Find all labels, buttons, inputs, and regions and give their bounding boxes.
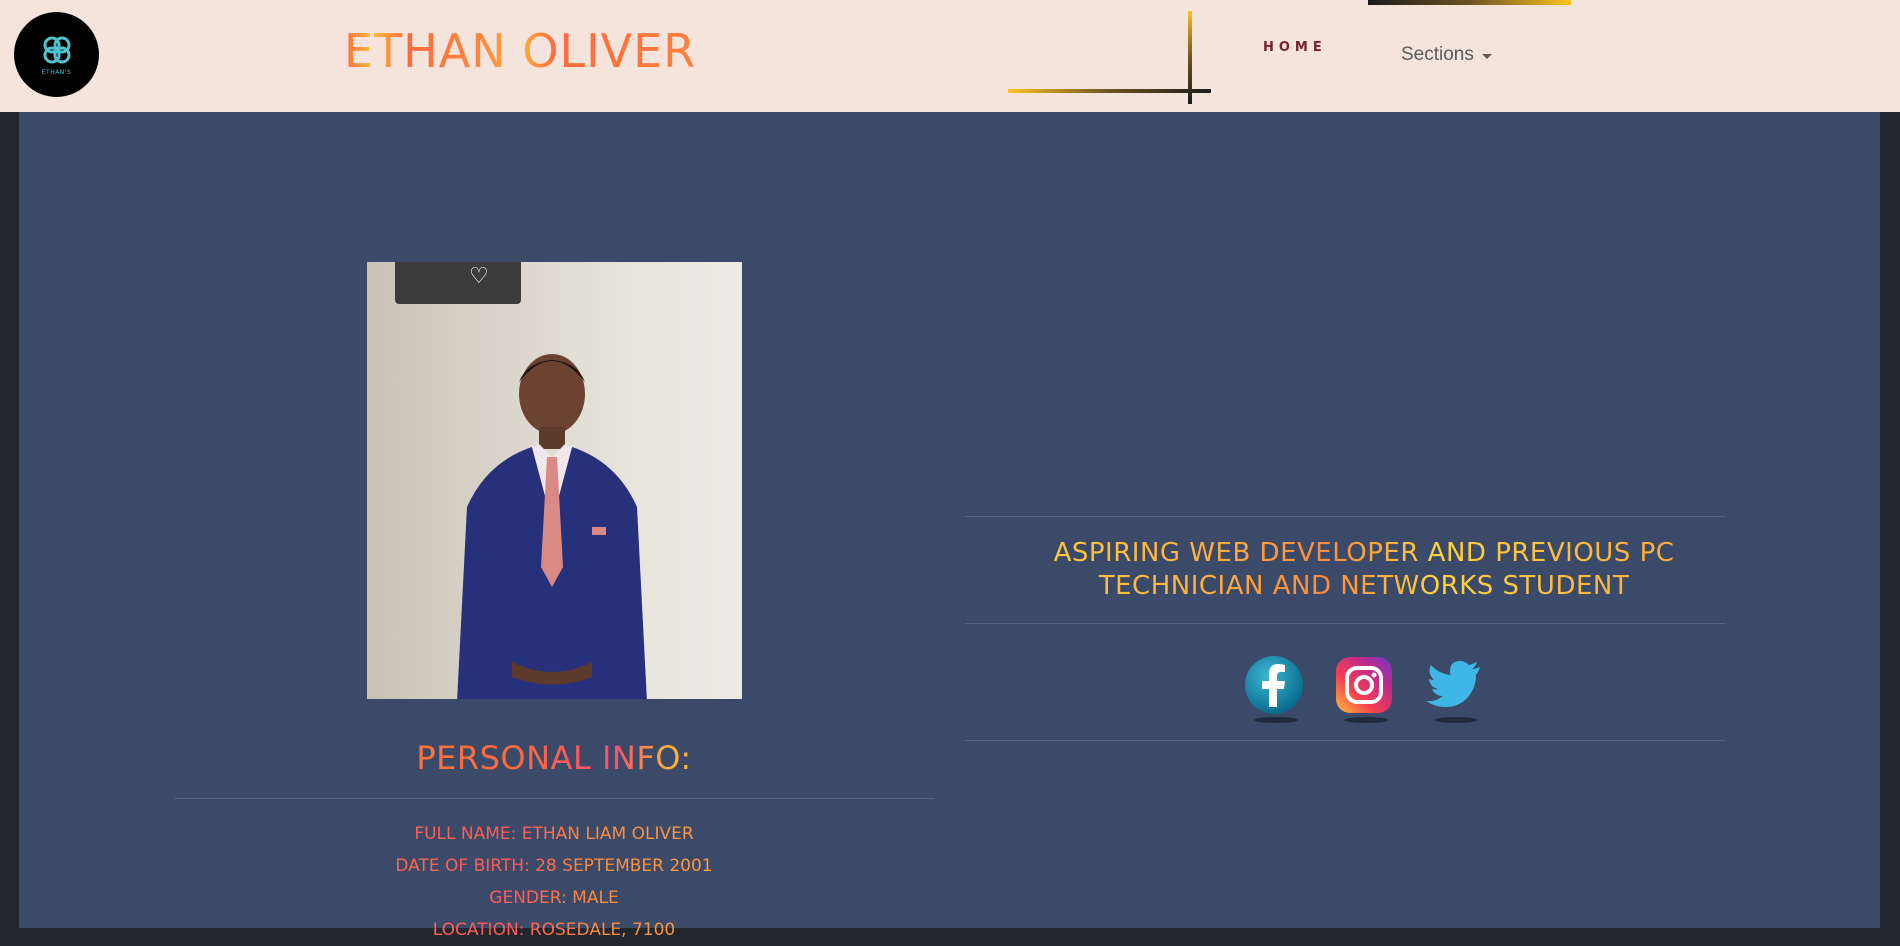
decorative-line-horizontal [1008, 89, 1211, 93]
facebook-link[interactable] [1244, 655, 1304, 725]
nav-sections-dropdown[interactable]: Sections [1401, 44, 1492, 66]
info-location: LOCATION: ROSEDALE, 7100 [174, 914, 934, 946]
twitter-icon [1426, 661, 1480, 707]
heart-icon: ♡ [469, 264, 489, 289]
decorative-bar [1368, 0, 1571, 5]
caret-down-icon [1481, 53, 1492, 59]
wall-sign: ♡ [395, 262, 521, 304]
icon-shadow [1434, 717, 1478, 723]
info-gender: GENDER: MALE [174, 882, 934, 914]
info-date-of-birth: DATE OF BIRTH: 28 SEPTEMBER 2001 [174, 850, 934, 882]
decorative-line-vertical [1188, 11, 1192, 104]
site-title: ETHAN OLIVER [344, 24, 697, 78]
personal-info-title: PERSONAL INFO: [174, 739, 934, 777]
info-full-name: FULL NAME: ETHAN LIAM OLIVER [174, 818, 934, 850]
personal-info-list: FULL NAME: ETHAN LIAM OLIVER DATE OF BIR… [174, 818, 934, 946]
profile-photo: ♡ [367, 262, 742, 699]
person-figure [457, 354, 647, 699]
divider [965, 623, 1725, 624]
social-links [1244, 655, 1484, 725]
divider [174, 798, 934, 799]
headline: ASPIRING WEB DEVELOPER AND PREVIOUS PC T… [984, 537, 1744, 603]
icon-shadow [1344, 717, 1388, 723]
nav-home-link[interactable]: HOME [1263, 40, 1327, 55]
logo-knot-icon [43, 36, 70, 64]
instagram-link[interactable] [1334, 655, 1394, 725]
main-content: ♡ PERSONAL INFO: FULL NAME: ETHAN LIAM O… [19, 112, 1880, 940]
instagram-icon [1336, 657, 1392, 713]
divider [965, 740, 1725, 741]
logo[interactable]: ETHAN'S [14, 12, 99, 97]
logo-text: ETHAN'S [41, 69, 72, 76]
navbar: ETHAN'S ETHAN OLIVER HOME Sections [0, 0, 1900, 112]
twitter-link[interactable] [1424, 655, 1484, 725]
nav-sections-label: Sections [1401, 44, 1474, 65]
icon-shadow [1254, 717, 1298, 723]
divider [965, 516, 1725, 517]
facebook-icon [1245, 656, 1303, 714]
